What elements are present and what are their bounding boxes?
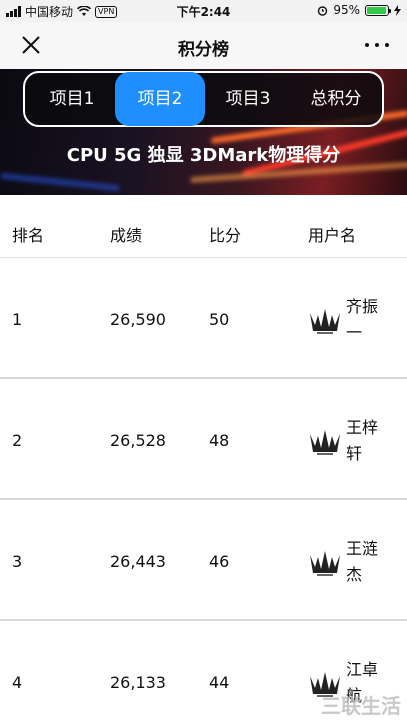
username: 齐振一 [346, 297, 379, 342]
user-cell: 王涟杰 [308, 536, 386, 588]
status-right: 95% [317, 3, 401, 17]
table-row: 3 26,443 46 王涟杰 [0, 500, 407, 621]
header-score: 成绩 [110, 226, 143, 245]
points-cell: 50 [209, 310, 230, 329]
banner: 项目1 项目2 项目3 总积分 CPU 5G 独显 3DMark物理得分 [0, 69, 407, 195]
rank-cell: 1 [12, 310, 23, 329]
header-points: 比分 [209, 226, 242, 245]
avatar-icon [310, 309, 340, 334]
watermark: 三联生活 [321, 694, 401, 718]
dot-icon [385, 43, 389, 47]
status-bar: 中国移动 VPN 下午2:44 95% [0, 0, 407, 22]
more-options-button[interactable] [365, 35, 389, 55]
decor-streak [0, 172, 120, 192]
rank-cell: 3 [12, 552, 23, 571]
header-rank: 排名 [12, 226, 45, 245]
dot-icon [365, 43, 369, 47]
avatar-icon [310, 430, 340, 455]
points-cell: 46 [209, 552, 230, 571]
alarm-icon [318, 5, 328, 16]
header-username: 用户名 [308, 226, 357, 245]
user-cell: 王梓轩 [308, 415, 386, 467]
banner-title: CPU 5G 独显 3DMark物理得分 [66, 145, 341, 166]
tab-project-3[interactable]: 项目3 [205, 73, 291, 125]
nav-bar: 积分榜 [0, 22, 407, 69]
rank-cell: 4 [12, 673, 23, 692]
tab-bar: 项目1 项目2 项目3 总积分 [23, 71, 384, 127]
score-cell: 26,443 [110, 552, 166, 571]
points-cell: 48 [209, 431, 230, 450]
table-header: 排名 成绩 比分 用户名 [0, 206, 407, 258]
rank-cell: 2 [12, 431, 23, 450]
username: 王涟杰 [346, 539, 379, 584]
avatar-icon [310, 551, 340, 576]
tab-project-1[interactable]: 项目1 [29, 73, 115, 125]
points-cell: 44 [209, 673, 230, 692]
page-title: 积分榜 [178, 40, 229, 60]
user-cell: 齐振一 [308, 294, 386, 346]
score-cell: 26,133 [110, 673, 166, 692]
battery-percent: 95% [333, 3, 360, 17]
score-cell: 26,528 [110, 431, 166, 450]
dot-icon [375, 43, 379, 47]
charging-icon [394, 4, 401, 16]
tab-total-points[interactable]: 总积分 [291, 73, 381, 125]
table-row: 2 26,528 48 王梓轩 [0, 379, 407, 500]
battery-icon [365, 4, 391, 16]
table-row: 1 26,590 50 齐振一 [0, 258, 407, 379]
username: 王梓轩 [346, 418, 379, 463]
score-cell: 26,590 [110, 310, 166, 329]
tab-project-2[interactable]: 项目2 [115, 72, 205, 126]
